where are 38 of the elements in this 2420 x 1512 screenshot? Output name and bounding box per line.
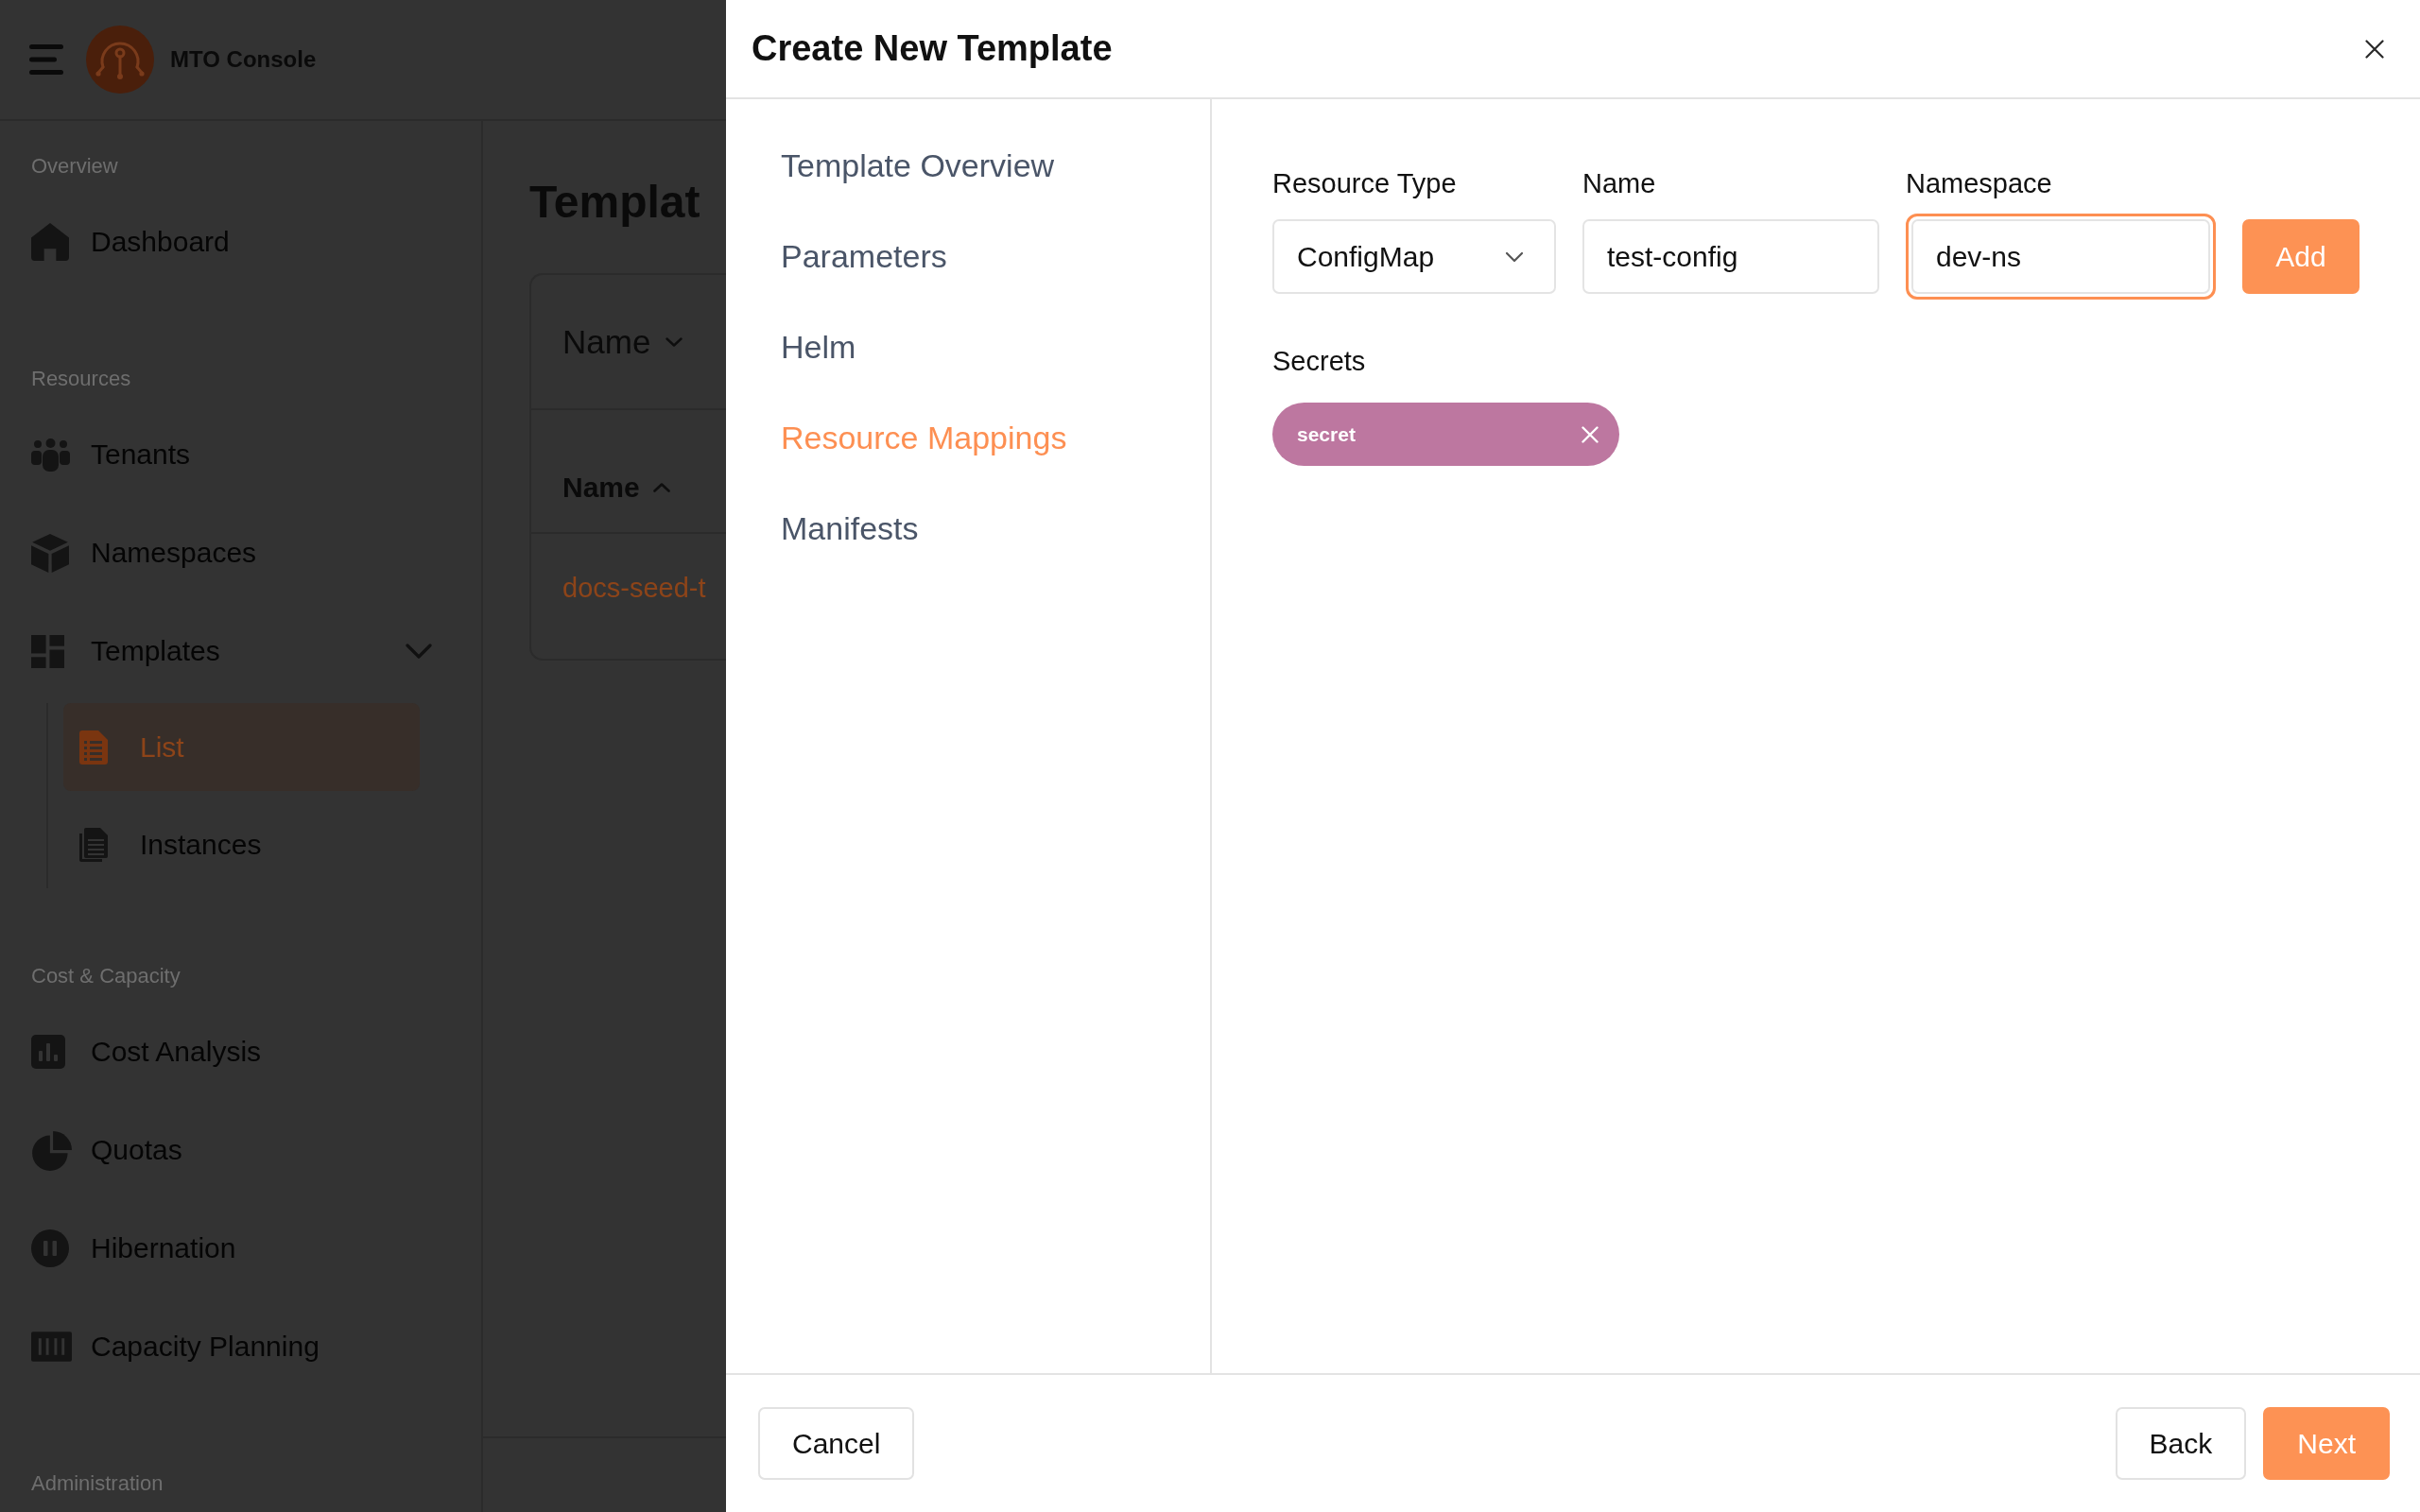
footer-button[interactable]: Cancel: [758, 1407, 915, 1480]
field-label: Secrets: [1272, 345, 1366, 378]
step-item[interactable]: Manifests: [781, 509, 919, 547]
footer-button[interactable]: Next: [2263, 1407, 2390, 1480]
users-icon: [31, 438, 70, 472]
house-icon: [31, 223, 69, 261]
sidebar-subitem[interactable]: List: [63, 703, 420, 791]
footer-button[interactable]: Back: [2115, 1407, 2247, 1480]
columns-icon: [31, 1332, 72, 1362]
step-item[interactable]: Resource Mappings: [781, 419, 1067, 456]
section-label: Resources: [31, 366, 131, 392]
input-field[interactable]: test-config: [1582, 219, 1879, 294]
step-item[interactable]: Helm: [781, 328, 856, 366]
list-document-icon: [79, 730, 108, 765]
dialog-title: Create New Template: [752, 28, 1113, 69]
step-item[interactable]: Template Overview: [781, 146, 1055, 184]
section-label: Overview: [31, 153, 118, 180]
document-icon: [79, 827, 108, 862]
chevron-down-icon: [1505, 250, 1524, 263]
close-icon[interactable]: [2365, 39, 2384, 59]
dashboard-icon: [31, 634, 64, 668]
section-label: Cost & Capacity: [31, 963, 181, 989]
field-label: Name: [1582, 167, 1656, 200]
chevron-down-icon: [666, 336, 683, 347]
pie-chart-icon: [31, 1129, 72, 1171]
field-label: Resource Type: [1272, 167, 1457, 200]
tag-chip: secret: [1272, 403, 1619, 466]
logo-icon: [86, 26, 154, 94]
input-field[interactable]: dev-ns: [1906, 214, 2216, 300]
section-label: Administration: [31, 1470, 164, 1497]
step-item[interactable]: Parameters: [781, 237, 947, 275]
pause-icon: [31, 1229, 69, 1267]
add-button[interactable]: Add: [2242, 219, 2360, 294]
table-link[interactable]: docs-seed-t: [562, 570, 706, 606]
field-label: Namespace: [1906, 167, 2052, 200]
cube-icon: [31, 533, 69, 573]
bar-chart-icon: [31, 1035, 65, 1069]
select-field[interactable]: ConfigMap: [1272, 219, 1556, 294]
